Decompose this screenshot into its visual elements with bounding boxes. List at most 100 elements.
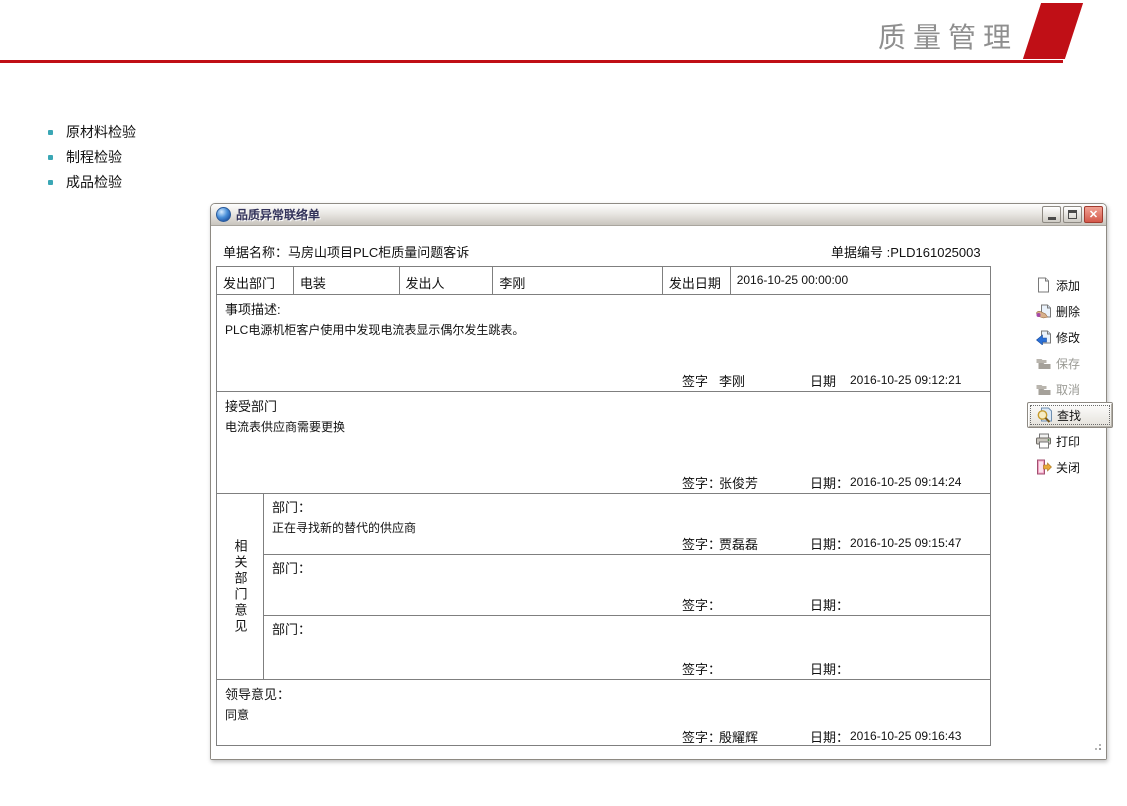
related-depts-vertical-label-cell: 相关部门意见 [217,494,264,679]
edit-button[interactable]: 修改 [1027,324,1113,350]
window-resize-grip[interactable] [1099,748,1101,750]
description-label: 事项描述: [225,299,982,318]
bullet-item-raw-material: 原材料检验 [46,120,136,145]
add-button[interactable]: 添加 [1027,272,1113,298]
date-label: 日期： [810,727,849,746]
add-page-icon [1035,277,1052,293]
sign-label: 签字： [682,727,721,746]
bullet-icon [48,155,53,160]
bullet-icon [48,180,53,185]
doc-name-value: 马房山项目PLC柜质量问题客诉 [288,245,469,260]
description-section: 事项描述: PLC电源机柜客户使用中发现电流表显示偶尔发生跳表。 签字 李刚 日… [217,295,990,392]
printer-icon [1035,433,1052,449]
slide-canvas: 质量管理 原材料检验 制程检验 成品检验 品质异常联络单 ✕ 单据名称：马房山项… [0,0,1127,806]
action-toolbar: 添加 删除 修改 保存 [1027,272,1113,480]
search-icon [1036,407,1053,423]
bullet-list: 原材料检验 制程检验 成品检验 [46,120,136,195]
bullet-label: 成品检验 [66,174,122,190]
accept-content: 电流表供应商需要更换 [225,418,982,435]
cancel-button-label: 取消 [1056,381,1080,398]
quality-form-window: 品质异常联络单 ✕ 单据名称：马房山项目PLC柜质量问题客诉 单据编号 :PLD… [210,203,1107,760]
sign-label: 签字： [682,659,721,678]
related-depts-section: 相关部门意见 部门： 正在寻找新的替代的供应商 签字： 贾磊磊 日期： 2016… [217,494,990,680]
leader-sign-row: 签字： 殷耀辉 日期： 2016-10-25 09:16:43 [217,727,990,744]
accept-section: 接受部门 电流表供应商需要更换 签字： 张俊芳 日期： 2016-10-25 0… [217,392,990,494]
print-button[interactable]: 打印 [1027,428,1113,454]
print-button-label: 打印 [1056,433,1080,450]
close-button[interactable]: ✕ [1084,206,1103,223]
close-icon: ✕ [1089,208,1098,221]
window-title: 品质异常联络单 [236,206,1037,223]
issue-date-value: 2016-10-25 00:00:00 [731,267,990,294]
bullet-item-process: 制程检验 [46,145,136,170]
related-dept-row: 部门： 签字： 日期： [264,555,990,617]
sign-label: 签字： [682,595,721,614]
issue-info-row: 发出部门 电装 发出人 李刚 发出日期 2016-10-25 00:00:00 [217,267,990,295]
doc-name-label: 单据名称： [223,245,288,260]
sign-value: 殷耀辉 [719,727,758,746]
save-icon [1035,355,1052,371]
minimize-button[interactable] [1042,206,1061,223]
save-button-label: 保存 [1056,355,1080,372]
date-label: 日期： [810,534,849,553]
date-value: 2016-10-25 09:15:47 [850,534,961,550]
issue-person-value: 李刚 [493,267,663,294]
issue-dept-value: 电装 [294,267,400,294]
issue-person-label: 发出人 [400,267,494,294]
search-button[interactable]: 查找 [1027,402,1113,428]
cancel-button[interactable]: 取消 [1027,376,1113,402]
sign-value: 贾磊磊 [719,534,758,553]
red-parallelogram-decoration [1023,3,1083,59]
issue-date-label: 发出日期 [663,267,731,294]
related-dept-row: 部门： 正在寻找新的替代的供应商 签字： 贾磊磊 日期： 2016-10-25 … [264,494,990,555]
bullet-label: 制程检验 [66,149,122,165]
accept-sign-row: 签字： 张俊芳 日期： 2016-10-25 09:14:24 [217,473,990,490]
date-label: 日期： [810,473,849,492]
description-sign-row: 签字 李刚 日期 2016-10-25 09:12:21 [217,371,990,388]
delete-button[interactable]: 删除 [1027,298,1113,324]
save-button[interactable]: 保存 [1027,350,1113,376]
window-client-area: 单据名称：马房山项目PLC柜质量问题客诉 单据编号 :PLD161025003 … [211,226,1106,759]
leader-opinion-section: 领导意见： 同意 签字： 殷耀辉 日期： 2016-10-25 09:16:43 [217,680,990,747]
sign-value: 张俊芳 [719,473,758,492]
search-button-label: 查找 [1057,407,1081,424]
dept-label: 部门： [272,497,982,516]
add-button-label: 添加 [1056,277,1080,294]
sign-row: 签字： 日期： [264,595,990,612]
date-value: 2016-10-25 09:12:21 [850,371,961,387]
dept-label: 部门： [272,558,982,577]
accept-label: 接受部门 [225,396,982,415]
sign-row: 签字： 贾磊磊 日期： 2016-10-25 09:15:47 [264,534,990,551]
maximize-icon [1068,210,1077,219]
leader-label: 领导意见： [225,684,982,703]
issue-dept-label: 发出部门 [217,267,294,294]
edit-button-label: 修改 [1056,329,1080,346]
close-action-button-label: 关闭 [1056,459,1080,476]
bullet-label: 原材料检验 [66,124,136,140]
window-close-action-button[interactable]: 关闭 [1027,454,1113,480]
edit-icon [1035,329,1052,345]
sign-row: 签字： 日期： [264,659,990,676]
cancel-icon [1035,381,1052,397]
leader-content: 同意 [225,706,982,723]
sign-label: 签字： [682,534,721,553]
sign-label: 签字： [682,473,721,492]
bullet-icon [48,130,53,135]
related-depts-label: 相关部门意见 [231,539,250,635]
delete-button-label: 删除 [1056,303,1080,320]
maximize-button[interactable] [1063,206,1082,223]
exit-icon [1035,459,1052,475]
app-globe-icon [216,207,231,222]
dept-label: 部门： [272,619,982,638]
window-titlebar[interactable]: 品质异常联络单 ✕ [211,204,1106,226]
doc-no-value: PLD161025003 [890,245,980,260]
minimize-icon [1048,217,1056,220]
date-label: 日期： [810,659,849,678]
delete-icon [1035,303,1052,319]
date-label: 日期 [810,371,836,390]
doc-no-label: 单据编号 : [831,245,890,260]
date-value: 2016-10-25 09:14:24 [850,473,961,489]
date-label: 日期： [810,595,849,614]
slide-title: 质量管理 [878,16,1018,56]
red-divider-line [0,60,1063,63]
